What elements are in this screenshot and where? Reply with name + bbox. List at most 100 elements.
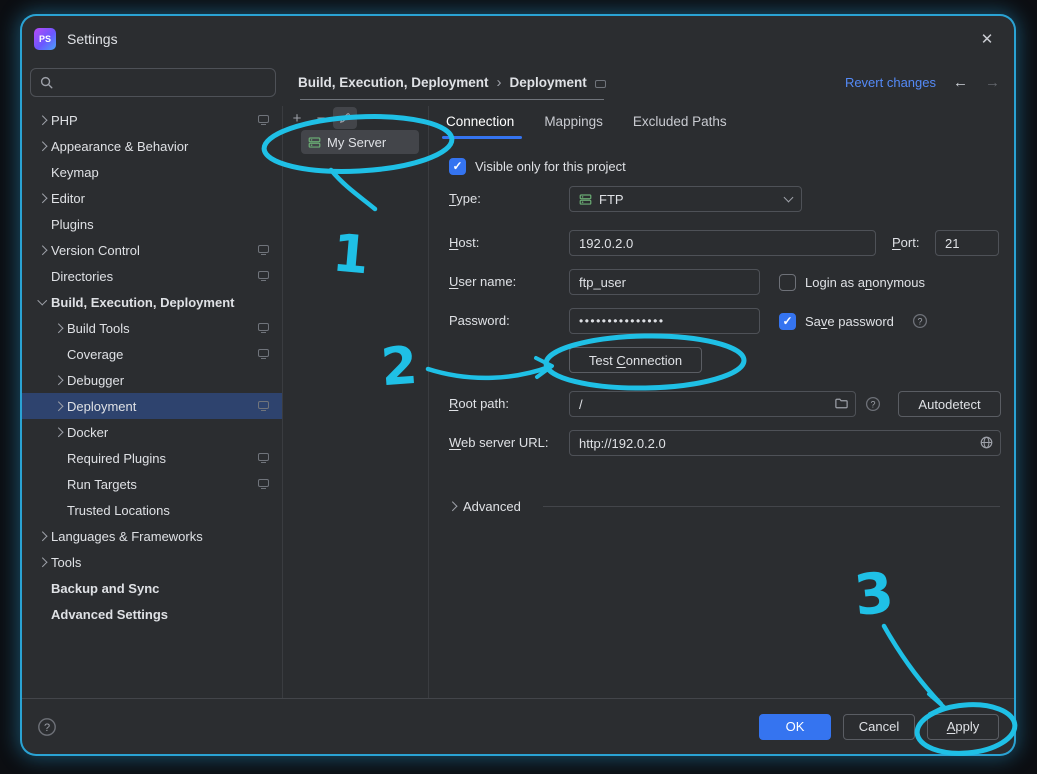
type-select-value: FTP (599, 192, 624, 207)
sidebar-item-editor[interactable]: Editor (22, 185, 282, 211)
tab-bar: Connection Mappings Excluded Paths (446, 108, 727, 134)
tab-connection[interactable]: Connection (446, 114, 514, 129)
indent-spacer (34, 216, 51, 232)
host-input[interactable] (569, 230, 876, 256)
indent-spacer (50, 450, 67, 466)
title-bar: PS Settings ✕ (22, 16, 1014, 62)
monitor-icon (258, 349, 269, 357)
ok-button[interactable]: OK (759, 714, 831, 740)
user-name-input[interactable] (569, 269, 760, 295)
indent-spacer (50, 476, 67, 492)
chevron-right-icon[interactable] (50, 398, 67, 414)
sidebar-item-label: Appearance & Behavior (51, 139, 188, 154)
save-password-row: Save password (779, 312, 894, 330)
back-arrow-icon[interactable]: ← (953, 74, 968, 91)
remove-server-button[interactable]: − (309, 107, 333, 129)
type-select[interactable]: FTP (569, 186, 802, 212)
visible-project-checkbox[interactable] (449, 158, 466, 175)
sidebar-item-backup-and-sync[interactable]: Backup and Sync (22, 575, 282, 601)
breadcrumb-separator: › (497, 74, 502, 91)
window-title: Settings (67, 31, 118, 47)
sidebar-item-appearance-behavior[interactable]: Appearance & Behavior (22, 133, 282, 159)
password-label: Password: (449, 313, 510, 328)
user-name-label: User name: (449, 274, 516, 289)
server-icon (579, 193, 592, 206)
close-icon[interactable]: ✕ (976, 30, 998, 48)
server-icon (308, 136, 321, 149)
sidebar-item-languages-frameworks[interactable]: Languages & Frameworks (22, 523, 282, 549)
sidebar-item-required-plugins[interactable]: Required Plugins (22, 445, 282, 471)
sidebar-item-build-execution-deployment[interactable]: Build, Execution, Deployment (22, 289, 282, 315)
breadcrumb-item[interactable]: Build, Execution, Deployment (298, 75, 489, 90)
advanced-toggle[interactable]: Advanced (444, 498, 521, 514)
web-server-url-label: Web server URL: (449, 435, 548, 450)
globe-icon (979, 435, 994, 450)
chevron-down-icon[interactable] (34, 294, 51, 310)
root-path-input[interactable] (569, 391, 856, 417)
sidebar-item-plugins[interactable]: Plugins (22, 211, 282, 237)
monitor-icon (258, 401, 269, 409)
folder-icon[interactable] (834, 396, 849, 411)
help-circle-icon[interactable]: ? (37, 717, 57, 737)
chevron-down-icon (784, 192, 794, 202)
tab-excluded-paths[interactable]: Excluded Paths (633, 114, 727, 129)
password-input[interactable] (569, 308, 760, 334)
sidebar-item-debugger[interactable]: Debugger (22, 367, 282, 393)
chevron-right-icon[interactable] (34, 528, 51, 544)
sidebar-item-trusted-locations[interactable]: Trusted Locations (22, 497, 282, 523)
chevron-right-icon[interactable] (34, 242, 51, 258)
port-input[interactable] (935, 230, 999, 256)
pencil-icon (338, 111, 352, 125)
sidebar-item-docker[interactable]: Docker (22, 419, 282, 445)
dialog-footer: ? OK Cancel Apply (22, 698, 1014, 754)
sidebar-item-label: Required Plugins (67, 451, 166, 466)
footer-buttons: OK Cancel Apply (759, 714, 999, 740)
forward-arrow-icon[interactable]: → (985, 74, 1000, 91)
web-server-url-input[interactable] (569, 430, 1001, 456)
sidebar-item-php[interactable]: PHP (22, 107, 282, 133)
settings-search[interactable] (30, 68, 276, 97)
tab-mappings[interactable]: Mappings (544, 114, 603, 129)
add-server-button[interactable]: + (285, 107, 309, 129)
help-circle-icon[interactable]: ? (865, 396, 881, 412)
breadcrumb-item[interactable]: Deployment (510, 75, 587, 90)
indent-spacer (50, 346, 67, 362)
chevron-right-icon[interactable] (34, 554, 51, 570)
sidebar-item-keymap[interactable]: Keymap (22, 159, 282, 185)
cancel-button[interactable]: Cancel (843, 714, 915, 740)
sidebar-item-directories[interactable]: Directories (22, 263, 282, 289)
apply-button[interactable]: Apply (927, 714, 999, 740)
sidebar-item-tools[interactable]: Tools (22, 549, 282, 575)
indent-spacer (34, 268, 51, 284)
search-input[interactable] (60, 74, 267, 91)
anonymous-row: Login as anonymous (779, 273, 925, 291)
sidebar-item-deployment[interactable]: Deployment (22, 393, 282, 419)
test-connection-button[interactable]: Test Connection (569, 347, 702, 373)
sidebar-item-advanced-settings[interactable]: Advanced Settings (22, 601, 282, 627)
sidebar-item-label: Deployment (67, 399, 136, 414)
help-circle-icon[interactable]: ? (912, 313, 928, 329)
login-anonymous-checkbox[interactable] (779, 274, 796, 291)
indent-spacer (34, 606, 51, 622)
sidebar-item-label: Debugger (67, 373, 124, 388)
sidebar-item-coverage[interactable]: Coverage (22, 341, 282, 367)
chevron-right-icon[interactable] (50, 424, 67, 440)
revert-changes-link[interactable]: Revert changes (845, 75, 936, 90)
svg-text:?: ? (44, 722, 50, 734)
sidebar-item-version-control[interactable]: Version Control (22, 237, 282, 263)
chevron-right-icon[interactable] (50, 320, 67, 336)
chevron-right-icon[interactable] (34, 112, 51, 128)
port-label: Port: (892, 235, 919, 250)
autodetect-button[interactable]: Autodetect (898, 391, 1001, 417)
sidebar-item-label: Editor (51, 191, 85, 206)
breadcrumb: Build, Execution, Deployment › Deploymen… (298, 68, 606, 97)
chevron-right-icon[interactable] (34, 190, 51, 206)
save-password-checkbox[interactable] (779, 313, 796, 330)
indent-spacer (50, 502, 67, 518)
edit-server-button[interactable] (333, 107, 357, 129)
server-list-item-my-server[interactable]: My Server (301, 130, 419, 154)
sidebar-item-build-tools[interactable]: Build Tools (22, 315, 282, 341)
sidebar-item-run-targets[interactable]: Run Targets (22, 471, 282, 497)
chevron-right-icon[interactable] (34, 138, 51, 154)
chevron-right-icon[interactable] (50, 372, 67, 388)
